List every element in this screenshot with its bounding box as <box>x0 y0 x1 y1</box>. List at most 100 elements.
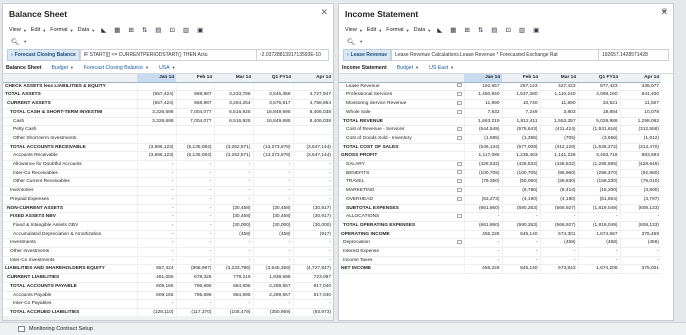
row-label[interactable]: OPERATING INCOME <box>339 230 455 240</box>
grid-cell[interactable]: (8,414) <box>539 186 578 196</box>
grid-cell[interactable]: 795,696 <box>175 291 214 301</box>
grid-cell[interactable]: - <box>213 256 253 266</box>
row-label[interactable]: Fixed & Intangible Assets GBV <box>3 221 137 231</box>
grid-cell[interactable]: 11,507 <box>619 99 661 109</box>
grid-cell[interactable]: - <box>175 221 214 231</box>
grid-cell[interactable]: - <box>175 247 214 257</box>
grid-cell[interactable]: (590,263) <box>501 221 540 231</box>
grid-cell[interactable]: - <box>175 160 214 170</box>
grid-cell[interactable]: 257,143 <box>501 82 540 92</box>
row-label[interactable]: Cost of Goods Sold - Inventory <box>339 134 455 144</box>
tab-forecast-closing-balance[interactable]: Forecast Closing Balance ▼ <box>84 65 149 71</box>
grid-cell[interactable]: 574,301 <box>539 230 578 240</box>
grid-cell[interactable]: - <box>501 212 540 222</box>
grid-cell[interactable]: 3,575,817 <box>252 99 293 109</box>
column-header[interactable]: Q1 FY14 <box>253 74 293 83</box>
grid-cell[interactable]: 375,001 <box>619 264 661 275</box>
grid-icon[interactable]: ▦ <box>112 26 122 34</box>
grid-cell[interactable]: - <box>175 169 214 179</box>
row-label[interactable]: Whole Sale <box>339 108 455 118</box>
grid-cell[interactable]: - <box>175 238 214 249</box>
column-header[interactable]: Feb 14 <box>176 74 214 83</box>
grid-cell[interactable]: (705) <box>539 134 578 144</box>
table-row[interactable]: BENEFITS (100,705) (100,705) (96,960) (298,3… <box>339 169 661 179</box>
grid-cell[interactable]: (30,917) <box>292 212 333 222</box>
row-label[interactable]: Accounts Payable <box>3 291 137 301</box>
grid-cell[interactable]: 18,884 <box>577 108 620 118</box>
grid-cell[interactable]: 3,493,716 <box>577 151 620 162</box>
row-label[interactable]: LIABILITIES AND SHAREHOLDERS EQUITY <box>3 264 137 275</box>
grid-cell[interactable]: (30,458) <box>252 204 293 214</box>
column-header[interactable]: Mar 14 <box>540 74 578 83</box>
table-row[interactable]: CURRENT ASSETS (557,424) 868,987 3,264,254 3… <box>3 99 333 109</box>
tab-usa[interactable]: USA ▼ <box>159 65 176 71</box>
grid-cell[interactable]: (13,273,878) <box>252 143 293 153</box>
grid-cell[interactable]: - <box>136 230 176 240</box>
grid-cell[interactable]: (917) <box>292 230 333 240</box>
table-row[interactable]: Inventories - - - - - <box>3 186 333 196</box>
grid-cell[interactable]: - <box>136 256 176 266</box>
column-header[interactable]: Apr 14 <box>293 74 333 83</box>
grid-cell[interactable]: (428,532) <box>463 160 502 170</box>
grid-cell[interactable]: - <box>463 186 502 196</box>
grid-cell[interactable]: (3,800) <box>619 186 661 196</box>
chart-icon[interactable]: ◣ <box>435 26 444 34</box>
grid-cell[interactable]: - <box>501 238 540 249</box>
grid-cell[interactable]: (3,886,123) <box>136 151 176 162</box>
grid-cell[interactable]: (661,860) <box>463 221 502 231</box>
grid-cell[interactable]: 481,055 <box>136 273 176 283</box>
grid-cell[interactable]: (661,860) <box>463 204 502 214</box>
row-label[interactable]: Other Investments <box>3 247 137 257</box>
table-row[interactable]: OVERHEAD (53,273) (4,190) (4,190) (61,654) (3… <box>339 195 661 205</box>
grid-cell[interactable]: 1,812,411 <box>501 117 540 127</box>
table-row[interactable]: Allowance for Doubtful Accounts - - - - - <box>3 160 333 170</box>
grid-cell[interactable]: - <box>213 195 253 205</box>
grid-cell[interactable]: 1,110,240 <box>539 90 578 101</box>
grid-cell[interactable]: - <box>292 238 333 249</box>
formula-expression[interactable]: IF START([] <= CURRENTPERIODSTART() THEN… <box>79 49 257 61</box>
grid-cell[interactable]: 3,264,254 <box>213 99 253 109</box>
grid-cell[interactable]: - <box>136 221 176 231</box>
grid-cell[interactable]: 455,226 <box>463 264 502 275</box>
row-label[interactable]: SUBTOTAL EXPENSES <box>339 204 455 214</box>
row-settings-icon[interactable] <box>455 186 464 196</box>
table-row[interactable]: TRAVEL (79,350) (50,050) (28,830) (158,230)(… <box>339 177 661 188</box>
grid-cell[interactable]: 573,843 <box>539 264 578 275</box>
grid-cell[interactable]: - <box>292 160 333 170</box>
grid-cell[interactable]: (458) <box>539 238 578 249</box>
grid-icon[interactable]: ▦ <box>448 26 458 34</box>
grid-cell[interactable]: 7,249 <box>501 108 540 118</box>
grid-cell[interactable]: - <box>501 256 540 266</box>
grid-cell[interactable]: - <box>252 299 293 309</box>
grid-cell[interactable]: (3,656) <box>577 134 620 144</box>
grid-cell[interactable]: - <box>292 186 333 196</box>
grid-cell[interactable]: - <box>136 169 176 179</box>
grid-cell[interactable]: (100,705) <box>463 169 502 179</box>
grid-cell[interactable]: (3,647,144) <box>292 143 333 153</box>
table-row[interactable]: CHECK ASSETS less LIABILITIES & EQUITY <box>3 82 333 92</box>
grid-cell[interactable]: - <box>175 177 214 188</box>
grid-cell[interactable]: - <box>292 256 333 266</box>
grid-cell[interactable]: 1,235,403 <box>501 151 540 162</box>
grid-cell[interactable]: - <box>136 195 176 205</box>
pivot-icon[interactable]: ⊞ <box>462 26 471 34</box>
grid-cell[interactable]: - <box>577 212 620 222</box>
grid-cell[interactable]: 723,097 <box>292 273 333 283</box>
tile-icon[interactable]: ▣ <box>531 26 541 34</box>
grid-cell[interactable]: (13,273,878) <box>252 151 293 162</box>
grid-cell[interactable]: (8,786) <box>501 186 540 196</box>
grid-cell[interactable]: 609,165 <box>136 282 176 292</box>
table-row[interactable]: Other Short-term Investments <box>3 134 333 144</box>
grid-cell[interactable]: 1,450,840 <box>463 90 502 101</box>
row-label[interactable]: Cost of Revenue - Services <box>339 125 455 135</box>
grid-cell[interactable] <box>213 134 253 144</box>
grid-cell[interactable]: (590,263) <box>501 204 540 214</box>
row-settings-icon[interactable] <box>455 108 464 118</box>
grid-cell[interactable]: 2,289,557 <box>252 291 293 301</box>
grid-cell[interactable]: (1,285,595) <box>577 160 620 170</box>
grid-cell[interactable]: 7,004,077 <box>175 108 214 118</box>
column-header[interactable]: Mar 14 <box>214 74 253 83</box>
grid-cell[interactable]: (4,190) <box>501 195 540 205</box>
grid-cell[interactable]: - <box>136 160 176 170</box>
table-row[interactable]: Investments - - - - - <box>3 238 333 249</box>
